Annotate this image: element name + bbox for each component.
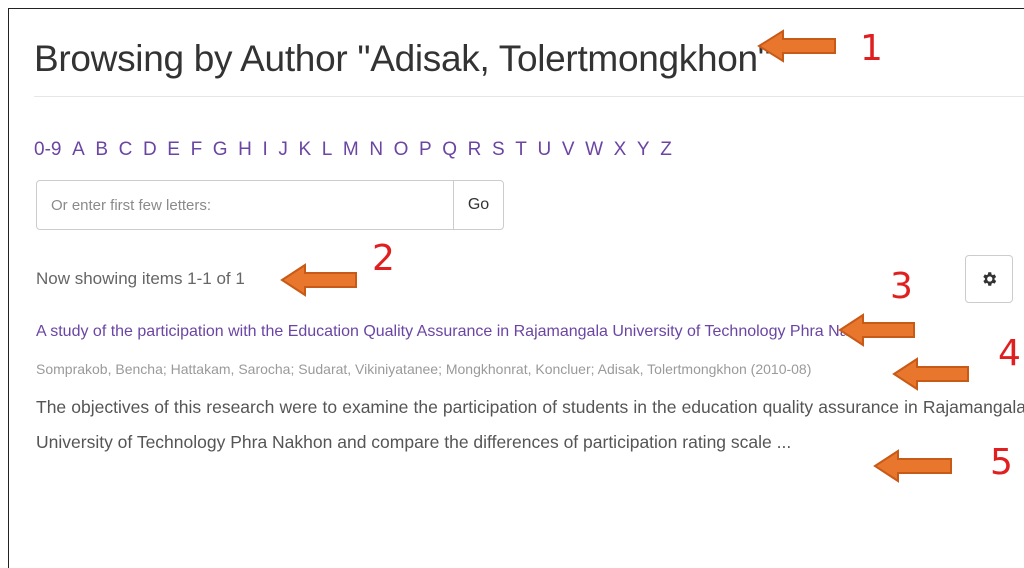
annotation-arrow-1	[757, 29, 836, 63]
letter-link-j[interactable]: J	[278, 139, 288, 161]
letter-link-l[interactable]: L	[322, 139, 333, 161]
letter-link-a[interactable]: A	[72, 139, 85, 161]
letter-link-u[interactable]: U	[537, 139, 551, 161]
arrow-shape	[280, 263, 357, 297]
letter-link-h[interactable]: H	[238, 139, 252, 161]
letter-link-r[interactable]: R	[468, 139, 482, 161]
letter-link-i[interactable]: I	[262, 139, 267, 161]
letter-link-w[interactable]: W	[585, 139, 603, 161]
letter-link-s[interactable]: S	[492, 139, 505, 161]
annotation-arrow-2	[280, 263, 357, 297]
letter-link-z[interactable]: Z	[660, 139, 672, 161]
letter-nav: 0-9 A B C D E F G H I J K L M N O P Q R S T U V W X Y Z	[34, 139, 682, 161]
letter-link-t[interactable]: T	[515, 139, 527, 161]
letter-link-y[interactable]: Y	[637, 139, 650, 161]
starts-with-form: Go	[36, 180, 504, 230]
arrow-shape	[838, 313, 915, 347]
results-count: Now showing items 1-1 of 1	[36, 269, 245, 288]
annotation-arrow-3	[838, 313, 915, 347]
annotation-label-2: 2	[372, 238, 395, 279]
title-divider	[34, 96, 1024, 97]
letter-link-p[interactable]: P	[419, 139, 432, 161]
page-title: Browsing by Author "Adisak, Tolertmongkh…	[34, 38, 771, 79]
letter-link-m[interactable]: M	[343, 139, 359, 161]
letter-link-b[interactable]: B	[95, 139, 108, 161]
annotation-label-5: 5	[990, 442, 1013, 483]
gear-icon	[983, 272, 997, 286]
annotation-arrow-4	[892, 357, 969, 391]
annotation-arrow-5	[873, 449, 952, 483]
letter-link-d[interactable]: D	[143, 139, 157, 161]
letter-link-k[interactable]: K	[298, 139, 311, 161]
settings-button[interactable]	[965, 255, 1013, 303]
letter-link-e[interactable]: E	[167, 139, 180, 161]
letter-link-g[interactable]: G	[213, 139, 228, 161]
letter-link-q[interactable]: Q	[442, 139, 457, 161]
annotation-label-4: 4	[998, 333, 1021, 374]
letter-link-v[interactable]: V	[562, 139, 575, 161]
arrow-shape	[873, 449, 952, 483]
letter-link-f[interactable]: F	[191, 139, 203, 161]
annotation-label-3: 3	[890, 266, 913, 307]
annotation-label-1: 1	[860, 28, 883, 69]
letter-link-0-9[interactable]: 0-9	[34, 139, 61, 161]
arrow-shape	[892, 357, 969, 391]
letter-link-c[interactable]: C	[119, 139, 133, 161]
letter-link-n[interactable]: N	[369, 139, 383, 161]
result-item-authors: Somprakob, Bencha; Hattakam, Sarocha; Su…	[36, 361, 812, 377]
letter-link-x[interactable]: X	[614, 139, 627, 161]
arrow-shape	[757, 29, 836, 63]
go-button[interactable]: Go	[453, 181, 503, 229]
letter-link-o[interactable]: O	[394, 139, 409, 161]
starts-with-input[interactable]	[37, 181, 453, 229]
result-item-title-link[interactable]: A study of the participation with the Ed…	[36, 323, 883, 341]
